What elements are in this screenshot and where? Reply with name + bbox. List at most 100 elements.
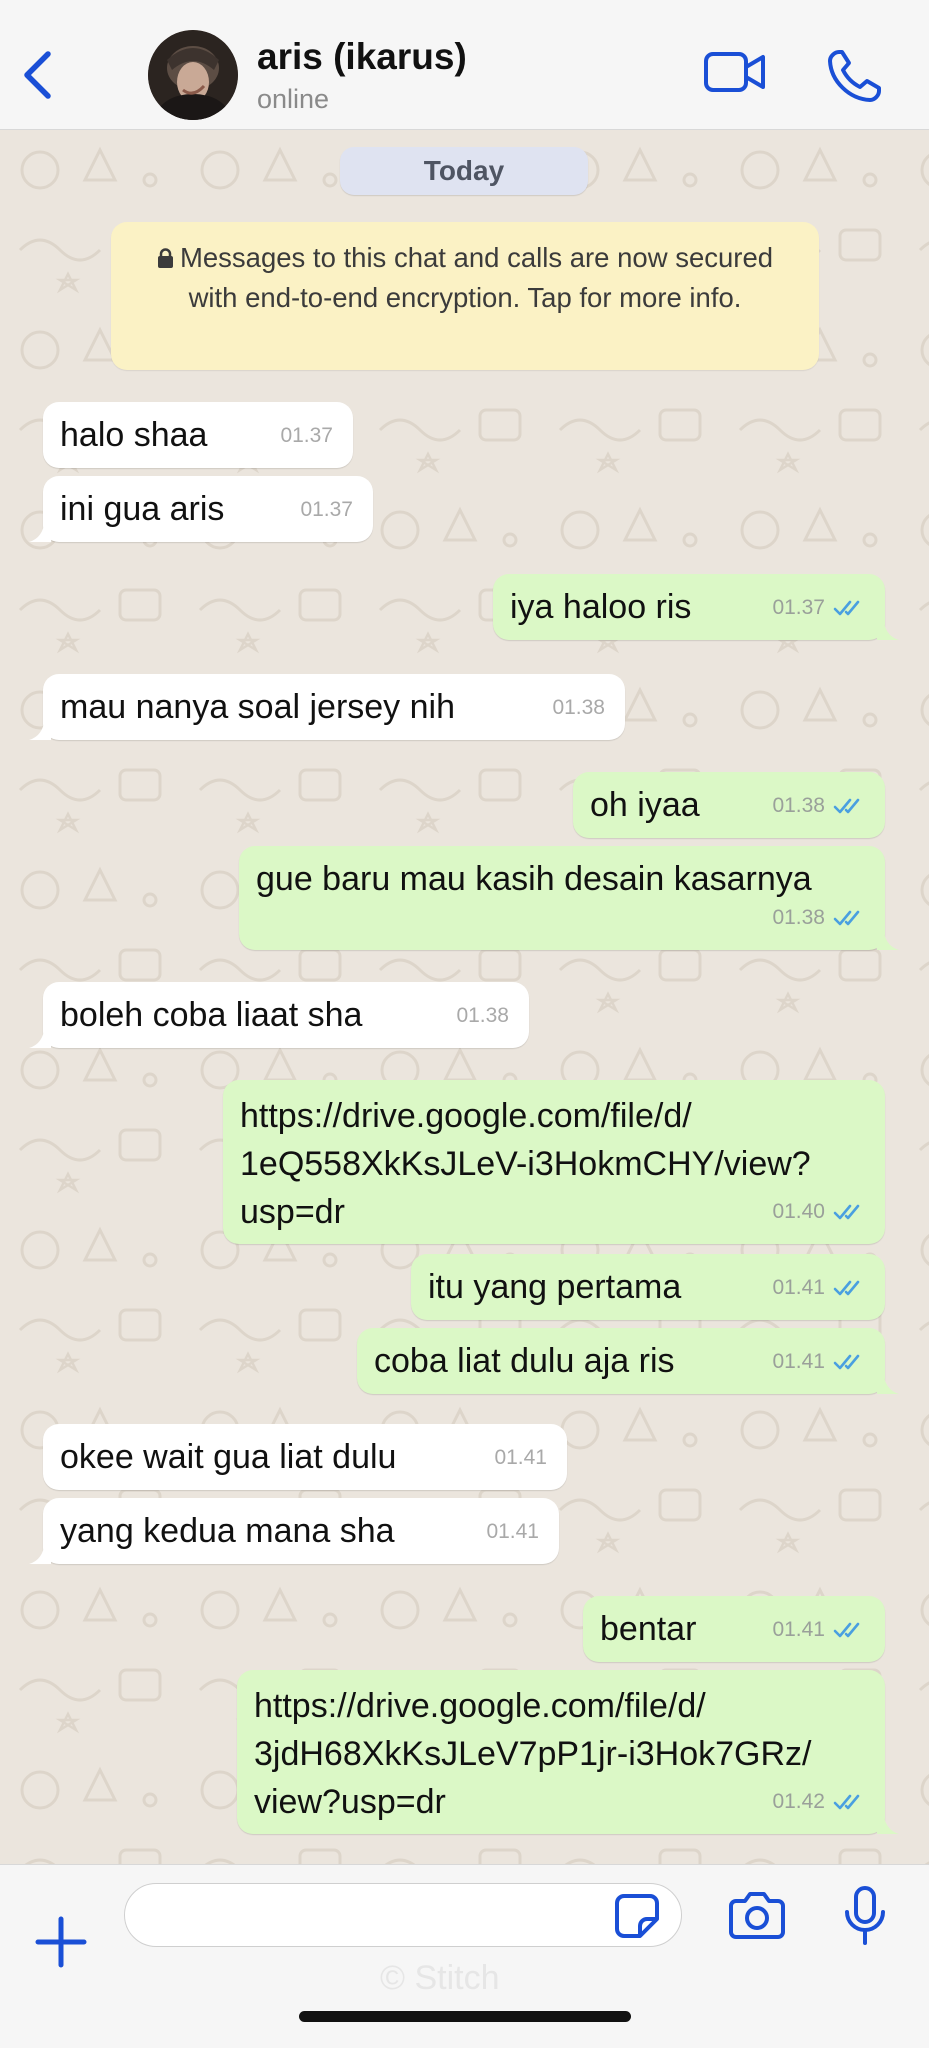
message-time: 01.41 [772,1268,865,1308]
double-check-icon [833,600,860,616]
message-time: 01.41 [772,1610,865,1650]
message-time: 01.37 [772,588,865,628]
camera-button[interactable] [728,1889,786,1941]
message-bubble-incoming[interactable]: halo shaa 01.37 [43,402,353,468]
message-time: 01.38 [772,786,865,826]
message-bubble-outgoing[interactable]: oh iyaa 01.38 [573,772,885,838]
message-timestamp: 01.38 [552,696,605,719]
message-timestamp: 01.40 [772,1200,825,1223]
attach-button[interactable] [34,1915,88,1969]
bubble-tail [29,520,51,542]
date-separator: Today [340,147,588,195]
message-timestamp: 01.38 [772,794,825,817]
message-bubble-incoming[interactable]: yang kedua mana sha 01.41 [29,1498,559,1564]
microphone-button[interactable] [842,1885,888,1947]
double-check-icon [833,1280,860,1296]
message-time: 01.41 [772,1342,865,1382]
contact-avatar[interactable] [148,30,238,120]
contact-name[interactable]: aris (ikarus) [257,36,467,78]
message-text: oh iyaa [590,786,700,824]
sticker-icon [615,1894,659,1938]
message-composer: © Stitch [0,1864,929,2048]
phone-icon [828,50,881,102]
message-bubble-outgoing-link[interactable]: https://drive.google.com/file/d/ 1eQ558X… [223,1080,885,1244]
message-timestamp: 01.37 [772,596,825,619]
voice-call-button[interactable] [826,48,884,104]
contact-status: online [257,84,330,114]
video-camera-icon [704,52,765,92]
bubble-tail [877,928,899,950]
message-bubble-incoming[interactable]: mau nanya soal jersey nih 01.38 [29,674,625,740]
message-link[interactable]: https://drive.google.com/file/d/ 1eQ558X… [240,1092,811,1236]
message-timestamp: 01.41 [772,1350,825,1373]
bubble-tail [29,1542,51,1564]
message-bubble-outgoing[interactable]: gue baru mau kasih desain kasarnya 01.38 [239,846,899,950]
message-bubble-incoming[interactable]: ini gua aris 01.37 [29,476,373,542]
message-timestamp: 01.41 [494,1446,547,1469]
message-text: yang kedua mana sha [60,1512,395,1550]
message-timestamp: 01.37 [300,498,353,521]
message-text: boleh coba liaat sha [60,996,363,1034]
message-bubble-outgoing[interactable]: iya haloo ris 01.37 [493,574,899,640]
message-text: gue baru mau kasih desain kasarnya [256,860,812,898]
message-bubble-incoming[interactable]: boleh coba liaat sha 01.38 [29,982,529,1048]
message-time: 01.40 [772,1192,865,1232]
message-timestamp: 01.41 [772,1618,825,1641]
message-timestamp: 01.41 [772,1276,825,1299]
message-bubble-incoming[interactable]: okee wait gua liat dulu 01.41 [43,1424,567,1490]
message-text: itu yang pertama [428,1268,682,1306]
message-time: 01.38 [772,898,865,938]
message-text: okee wait gua liat dulu [60,1438,397,1476]
bubble-tail [877,1372,899,1394]
chat-area[interactable]: Today Messages to this chat and calls ar… [0,130,929,1864]
double-check-icon [833,1794,860,1810]
bubble-tail [877,1812,899,1834]
sticker-button[interactable] [614,1893,660,1939]
message-bubble-outgoing[interactable]: coba liat dulu aja ris 01.41 [357,1328,899,1394]
video-call-button[interactable] [703,48,767,96]
message-time: 01.37 [300,490,353,530]
message-link[interactable]: https://drive.google.com/file/d/ 3jdH68X… [254,1682,811,1826]
back-button[interactable] [18,48,58,102]
message-time: 01.37 [280,416,333,456]
lock-icon [157,248,173,268]
message-input[interactable] [124,1883,682,1947]
double-check-icon [833,1354,860,1370]
message-timestamp: 01.38 [772,906,825,929]
double-check-icon [833,1204,860,1220]
message-bubble-outgoing[interactable]: itu yang pertama 01.41 [411,1254,885,1320]
avatar-photo [148,30,238,120]
message-timestamp: 01.41 [486,1520,539,1543]
message-time: 01.41 [486,1512,539,1552]
message-bubble-outgoing[interactable]: bentar 01.41 [583,1596,885,1662]
message-bubble-outgoing-link[interactable]: https://drive.google.com/file/d/ 3jdH68X… [237,1670,899,1834]
message-text: halo shaa [60,416,208,454]
message-text: coba liat dulu aja ris [374,1342,675,1380]
double-check-icon [833,1622,860,1638]
bubble-tail [29,1026,51,1048]
message-text: ini gua aris [60,490,225,528]
message-text: iya haloo ris [510,588,692,626]
message-text: bentar [600,1610,697,1648]
plus-icon [35,1916,87,1968]
encryption-notice[interactable]: Messages to this chat and calls are now … [111,222,819,370]
bubble-tail [877,618,899,640]
camera-icon [729,1892,785,1939]
message-time: 01.38 [552,688,605,728]
message-time: 01.41 [494,1438,547,1478]
double-check-icon [833,910,860,926]
message-text: mau nanya soal jersey nih [60,688,456,726]
chevron-left-icon [24,51,51,99]
message-timestamp: 01.42 [772,1790,825,1813]
bubble-tail [29,718,51,740]
double-check-icon [833,798,860,814]
watermark: © Stitch [380,1959,500,1997]
microphone-icon [845,1886,885,1945]
message-time: 01.38 [456,996,509,1036]
chat-header: aris (ikarus) online [0,0,929,130]
message-timestamp: 01.37 [280,424,333,447]
message-timestamp: 01.38 [456,1004,509,1027]
message-time: 01.42 [772,1782,865,1822]
encryption-notice-text: Messages to this chat and calls are now … [179,242,774,313]
home-indicator [299,2011,631,2022]
